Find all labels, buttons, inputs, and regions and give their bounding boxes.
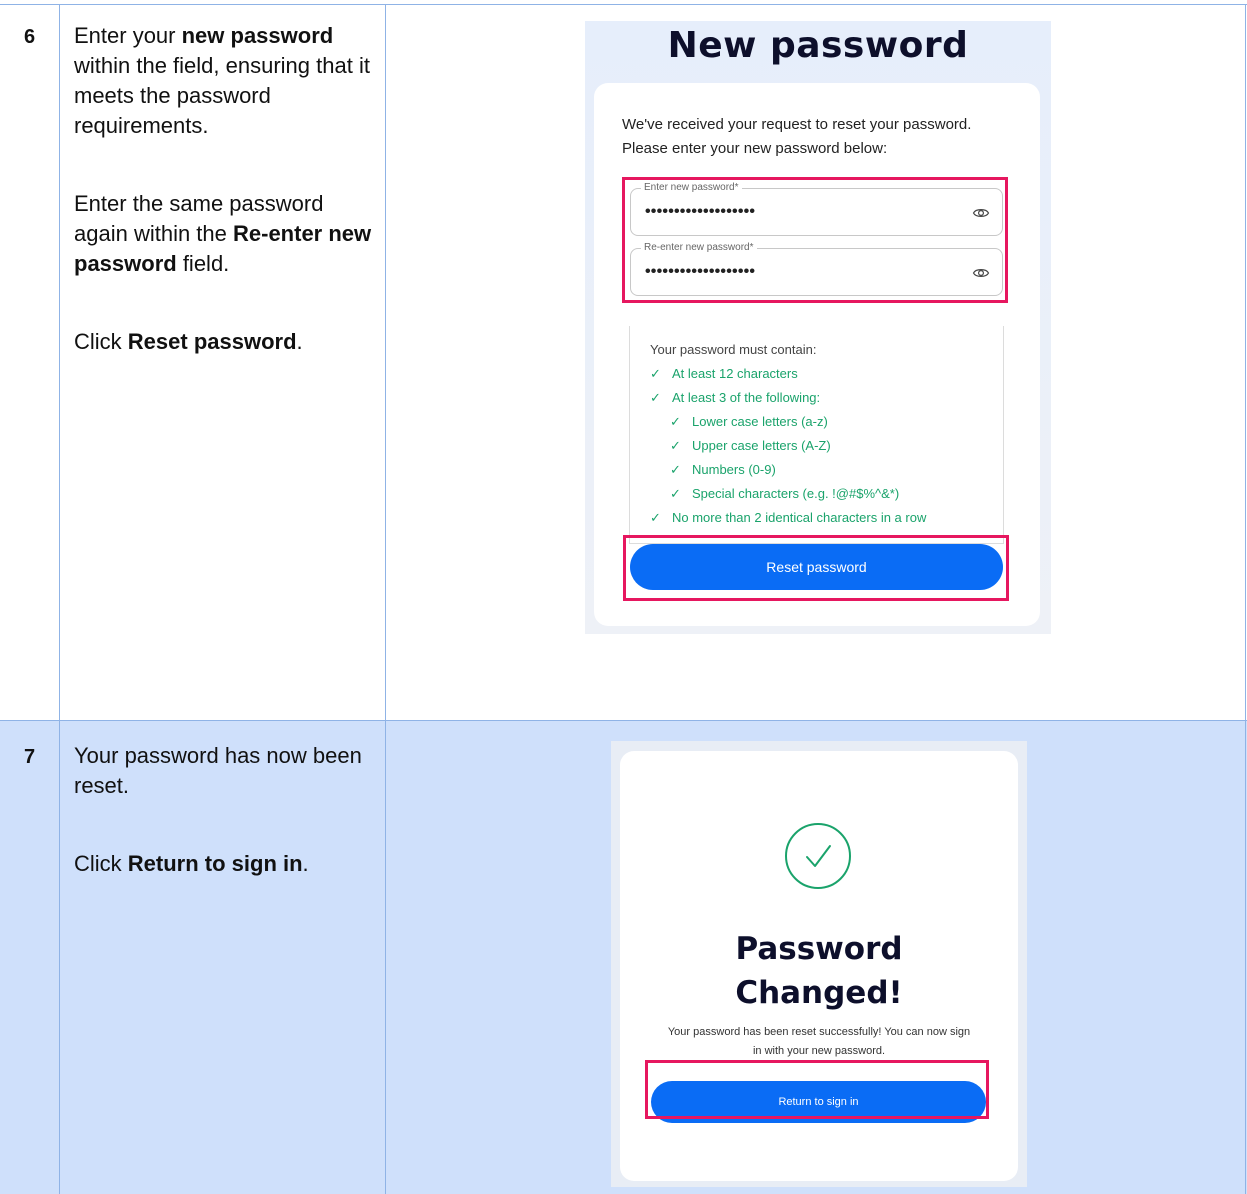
fields-highlight — [622, 177, 1008, 303]
instruction-text: field. — [176, 251, 230, 276]
instruction-text: . — [302, 851, 309, 876]
requirement-item: ✓ Upper case letters (A-Z) — [670, 438, 831, 454]
requirement-item: ✓ Special characters (e.g. !@#$%^&*) — [670, 486, 899, 502]
message-line: We've received your request to reset you… — [622, 116, 972, 133]
instruction-paragraph: Enter your new password within the field… — [74, 21, 374, 141]
instruction-bold: new password — [181, 23, 334, 48]
requirement-item: ✓ No more than 2 identical characters in … — [650, 510, 926, 526]
instruction-bold: Reset password — [127, 329, 297, 354]
message-line: Your password has been reset successfull… — [667, 1026, 971, 1038]
requirement-item: ✓ Lower case letters (a-z) — [670, 414, 828, 430]
step-instructions: Your password has now been reset. Click … — [74, 741, 364, 927]
table-border-col1 — [59, 4, 60, 1194]
requirement-text: At least 3 of the following: — [672, 390, 821, 405]
page-title: New password — [667, 25, 969, 66]
check-icon: ✓ — [670, 462, 681, 477]
table-border-row-divider — [0, 720, 1247, 721]
check-icon: ✓ — [670, 486, 681, 501]
button-highlight — [623, 535, 1009, 601]
instruction-text: . — [296, 329, 303, 354]
step-number: 6 — [24, 26, 36, 48]
check-icon: ✓ — [650, 510, 661, 525]
table-border-col2 — [385, 4, 386, 1194]
title-line: Changed! — [735, 975, 903, 1011]
success-message: Your password has been reset successfull… — [648, 1023, 990, 1061]
step-instructions: Enter your new password within the field… — [74, 21, 374, 405]
instruction-paragraph: Click Reset password. — [74, 327, 374, 357]
requirement-text: At least 12 characters — [672, 366, 798, 381]
password-requirements: Your password must contain: ✓ At least 12… — [629, 326, 1004, 544]
table-border-right — [1245, 4, 1246, 1194]
success-check-icon — [785, 823, 851, 889]
check-icon: ✓ — [670, 414, 681, 429]
message-line: in with your new password. — [752, 1045, 886, 1057]
button-highlight — [645, 1060, 989, 1119]
instruction-text: Click — [74, 851, 128, 876]
requirement-text: Upper case letters (A-Z) — [692, 438, 831, 453]
check-icon: ✓ — [650, 366, 661, 381]
requirement-text: No more than 2 identical characters in a… — [672, 510, 927, 525]
success-title: Password Changed! — [620, 927, 1018, 1015]
table-border-top — [0, 4, 1247, 5]
title-line: Password — [735, 931, 903, 967]
requirement-item: ✓ At least 3 of the following: — [650, 390, 820, 406]
requirement-item: ✓ At least 12 characters — [650, 366, 798, 382]
requirement-text: Special characters (e.g. !@#$%^&*) — [692, 486, 900, 501]
instruction-text: within the field, ensuring that it meets… — [74, 53, 370, 138]
check-icon: ✓ — [670, 438, 681, 453]
requirement-item: ✓ Numbers (0-9) — [670, 462, 776, 478]
password-changed-screenshot: Password Changed! Your password has been… — [611, 741, 1027, 1187]
message-line: Please enter your new password below: — [622, 140, 888, 157]
instruction-paragraph: Your password has now been reset. — [74, 743, 362, 798]
requirement-text: Lower case letters (a-z) — [692, 414, 828, 429]
instruction-text: Click — [74, 329, 128, 354]
requirements-title: Your password must contain: — [650, 342, 817, 357]
instruction-text: Enter your — [74, 23, 182, 48]
reset-message: We've received your request to reset you… — [622, 113, 1022, 161]
instruction-paragraph: Enter the same password again within the… — [74, 189, 374, 279]
requirement-text: Numbers (0-9) — [692, 462, 776, 477]
step-number: 7 — [24, 746, 36, 768]
instruction-bold: Return to sign in — [127, 851, 303, 876]
instruction-paragraph: Click Return to sign in. — [74, 849, 364, 879]
check-icon: ✓ — [650, 390, 661, 405]
